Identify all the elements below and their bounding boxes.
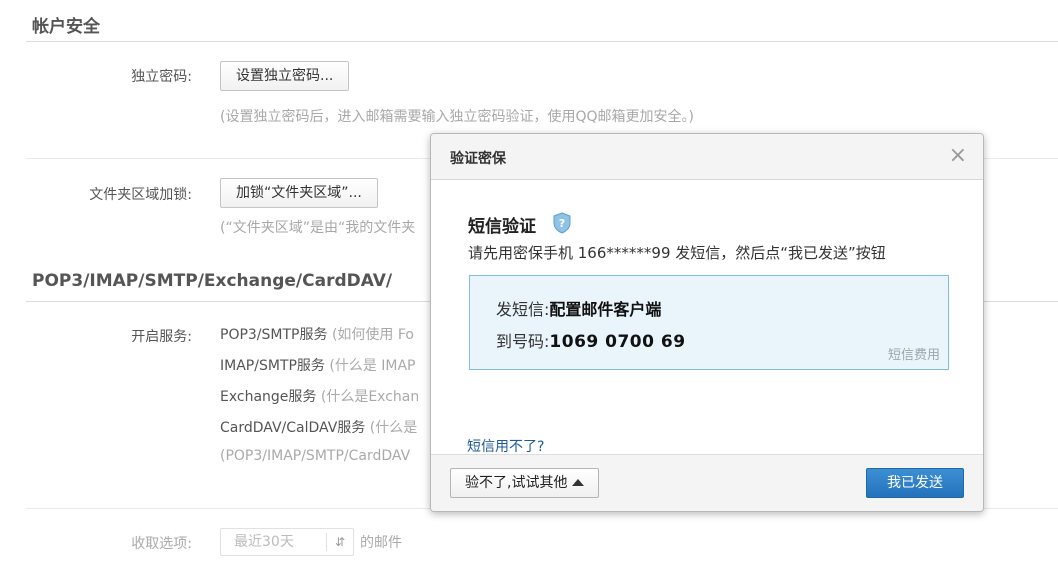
divider <box>26 41 1058 42</box>
try-other-label: 验不了,试试其他 <box>465 475 568 491</box>
set-independent-password-button[interactable]: 设置独立密码... <box>220 61 350 91</box>
sms-fee-link[interactable]: 短信费用 <box>888 344 940 363</box>
service-name: IMAP/SMTP服务 <box>220 358 325 374</box>
receive-options-label: 收取选项: <box>131 536 192 552</box>
select-divider <box>326 533 327 551</box>
send-number-label: 到号码: <box>496 332 550 351</box>
service-exchange: Exchange服务 (什么是Exchan <box>220 386 419 406</box>
services-footnote: (POP3/IMAP/SMTP/CardDAV <box>220 448 411 464</box>
independent-password-hint: (设置独立密码后，进入邮箱需要输入独立密码验证，使用QQ邮箱更加安全。) <box>220 109 694 125</box>
service-pop3: POP3/SMTP服务 (如何使用 Fo <box>220 324 414 344</box>
service-help-link[interactable]: (什么是 IMAP <box>329 358 415 374</box>
service-help-link[interactable]: (什么是Exchan <box>321 389 419 405</box>
i-have-sent-button[interactable]: 我已发送 <box>866 468 964 498</box>
sms-instruction: 请先用密保手机 166******99 发短信，然后点“我已发送”按钮 <box>468 244 886 262</box>
receive-range-select[interactable]: 最近30天 ⇵ <box>220 528 354 556</box>
lock-folder-area-button[interactable]: 加锁“文件夹区域”... <box>220 178 378 208</box>
service-help-link[interactable]: (什么是 <box>370 420 417 436</box>
folder-lock-hint: (“文件夹区域”是由“我的文件夹 <box>220 220 416 236</box>
folder-lock-label: 文件夹区域加锁: <box>89 187 192 203</box>
service-name: Exchange服务 <box>220 389 317 405</box>
caret-up-icon <box>572 479 585 486</box>
send-number-value: 1069 0700 69 <box>549 332 686 352</box>
dialog-title: 验证密保 <box>450 151 506 167</box>
receive-range-value: 最近30天 <box>234 534 294 550</box>
dialog-header: 验证密保 × <box>431 134 983 180</box>
send-content-value: 配置邮件客户端 <box>549 300 662 319</box>
send-content-row: 发短信:配置邮件客户端 <box>496 296 661 320</box>
send-content-label: 发短信: <box>496 300 550 319</box>
dialog-footer: 验不了,试试其他 我已发送 <box>431 454 983 511</box>
account-security-title: 帐户安全 <box>32 17 100 37</box>
try-other-method-button[interactable]: 验不了,试试其他 <box>450 468 600 498</box>
sms-verification-title: 短信验证 <box>468 217 536 237</box>
pop-section-title: POP3/IMAP/SMTP/Exchange/CardDAV/ <box>32 271 393 291</box>
svg-text:?: ? <box>559 217 565 230</box>
sms-unavailable-link[interactable]: 短信用不了? <box>467 436 544 456</box>
select-arrows-icon: ⇵ <box>334 535 345 549</box>
send-number-row: 到号码:1069 0700 69 <box>496 328 686 352</box>
services-label: 开启服务: <box>131 329 192 345</box>
independent-password-label: 独立密码: <box>131 69 192 85</box>
sms-info-box: 发短信:配置邮件客户端 到号码:1069 0700 69 短信费用 <box>469 275 949 370</box>
service-imap: IMAP/SMTP服务 (什么是 IMAP <box>220 355 416 375</box>
shield-help-icon[interactable]: ? <box>552 212 572 234</box>
service-name: CardDAV/CalDAV服务 <box>220 420 366 436</box>
close-icon[interactable]: × <box>949 143 967 168</box>
receive-suffix: 的邮件 <box>360 535 402 551</box>
service-help-link[interactable]: (如何使用 Fo <box>332 327 414 343</box>
service-carddav: CardDAV/CalDAV服务 (什么是 <box>220 417 417 437</box>
verify-security-dialog: 验证密保 × 短信验证 ? 请先用密保手机 166******99 发短信，然后… <box>430 133 984 512</box>
service-name: POP3/SMTP服务 <box>220 327 328 343</box>
